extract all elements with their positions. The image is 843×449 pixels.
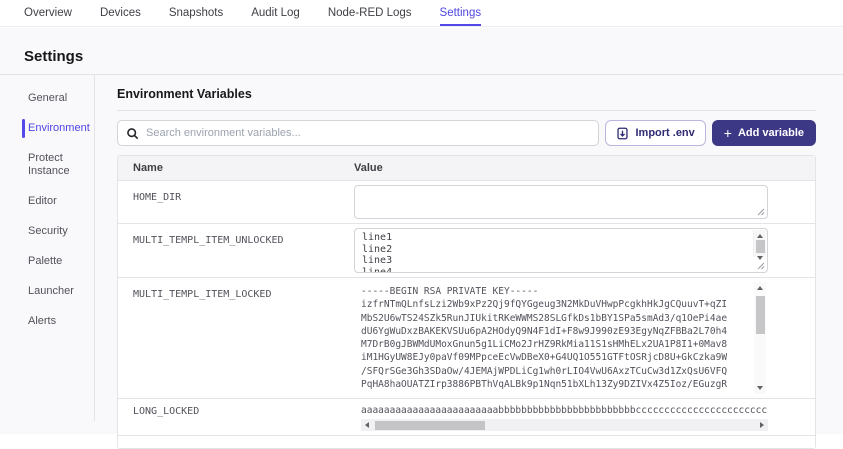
scroll-down-arrow[interactable] [757,256,763,260]
add-variable-button[interactable]: + Add variable [712,120,816,146]
env-var-value-textarea[interactable] [354,185,768,219]
env-vars-table: Name Value HOME_DIR [117,155,816,449]
tab-audit-log[interactable]: Audit Log [251,0,300,26]
import-env-icon [616,127,629,140]
tab-settings[interactable]: Settings [440,0,482,26]
tab-snapshots[interactable]: Snapshots [169,0,223,26]
tab-devices[interactable]: Devices [100,0,141,26]
env-var-name: LONG_LOCKED [118,403,354,431]
tab-overview[interactable]: Overview [24,0,72,26]
scroll-left-arrow[interactable] [365,422,369,428]
sidebar-item-general[interactable]: General [0,92,94,105]
horizontal-scrollbar[interactable] [361,419,768,431]
vertical-scrollbar[interactable] [753,230,766,257]
import-env-button[interactable]: Import .env [605,120,705,146]
search-box[interactable] [117,120,599,146]
scroll-up-arrow[interactable] [757,234,763,238]
page-title: Settings [24,48,843,65]
sidebar-item-protect-instance[interactable]: Protect Instance [0,152,94,178]
sidebar-item-launcher[interactable]: Launcher [0,285,94,298]
env-var-name: MULTI_TEMPL_ITEM_UNLOCKED [118,228,354,273]
env-toolbar: Import .env + Add variable [117,120,816,146]
resize-handle[interactable] [757,208,765,216]
settings-page: Settings General Environment Protect Ins… [0,28,843,434]
vertical-scrollbar[interactable] [754,282,766,394]
sidebar-item-security[interactable]: Security [0,225,94,238]
plus-icon: + [724,126,732,140]
search-input[interactable] [146,127,590,139]
env-var-name: MULTI_TEMPL_ITEM_LOCKED [118,282,354,394]
scroll-thumb[interactable] [756,296,765,334]
instance-tab-bar: Overview Devices Snapshots Audit Log Nod… [0,0,843,27]
sidebar-item-alerts[interactable]: Alerts [0,315,94,328]
env-var-value-textarea[interactable]: line1 line2 line3 line4 [354,228,768,273]
sidebar-item-palette[interactable]: Palette [0,255,94,268]
scroll-thumb[interactable] [375,421,485,430]
table-row: LONG_LOCKED aaaaaaaaaaaaaaaaaaaaaaaabbbb… [118,399,815,436]
environment-panel: Environment Variables [95,75,843,421]
page-header: Settings [0,28,843,75]
add-variable-label: Add variable [738,127,804,139]
sidebar-item-editor[interactable]: Editor [0,195,94,208]
table-header-row: Name Value [118,156,815,181]
column-header-value: Value [354,162,383,174]
search-icon [126,127,139,140]
column-header-name: Name [118,162,354,174]
resize-handle[interactable] [757,262,765,270]
panel-title: Environment Variables [117,87,816,111]
tab-node-red-logs[interactable]: Node-RED Logs [328,0,412,26]
env-var-name: HOME_DIR [118,185,354,219]
env-var-locked-value: -----BEGIN RSA PRIVATE KEY----- izfrNTmQ… [354,282,768,394]
table-row: MULTI_TEMPL_ITEM_UNLOCKED line1 line2 li… [118,224,815,278]
scroll-right-arrow[interactable] [760,422,764,428]
scroll-thumb[interactable] [756,240,765,253]
scroll-down-arrow[interactable] [757,386,763,390]
table-row [118,436,815,448]
table-row: MULTI_TEMPL_ITEM_LOCKED -----BEGIN RSA P… [118,278,815,399]
env-var-locked-value: aaaaaaaaaaaaaaaaaaaaaaaabbbbbbbbbbbbbbbb… [354,403,768,416]
settings-sidebar: General Environment Protect Instance Edi… [0,75,95,421]
import-env-label: Import .env [635,127,694,139]
scroll-up-arrow[interactable] [757,286,763,290]
table-row: HOME_DIR [118,181,815,224]
sidebar-item-environment[interactable]: Environment [0,122,94,135]
